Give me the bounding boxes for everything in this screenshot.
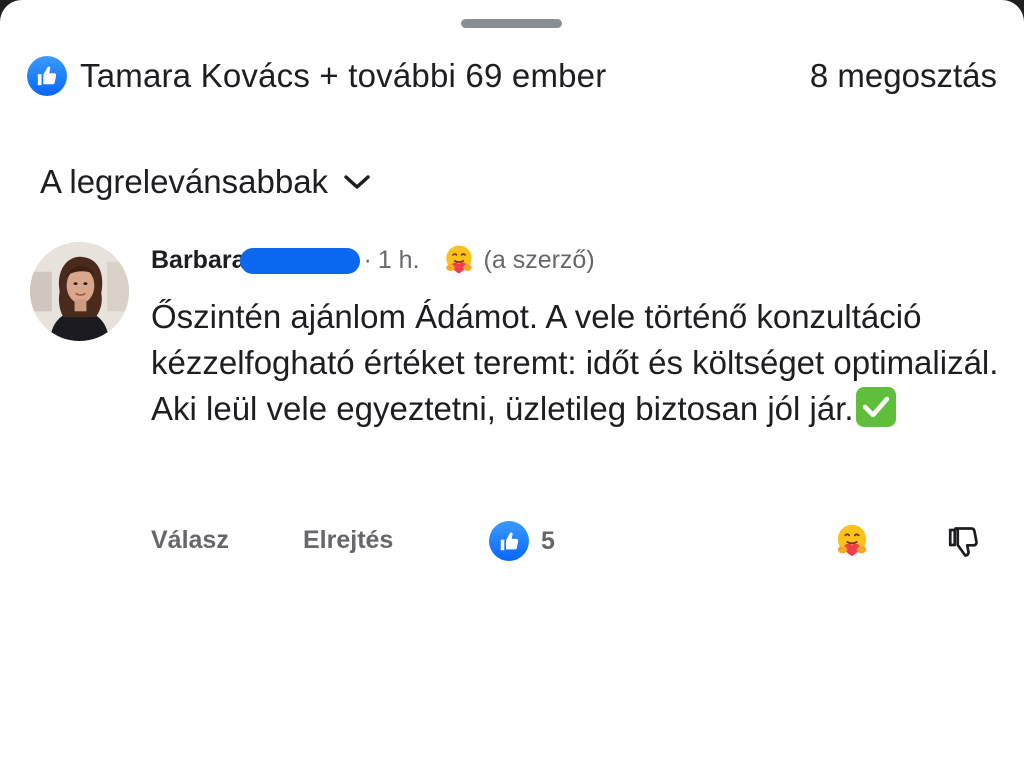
comment-likes[interactable]: 5 [489,521,555,561]
check-mark-button-emoji [855,387,896,427]
reply-button[interactable]: Válasz [151,518,229,562]
drag-handle[interactable] [461,19,562,28]
like-thumb-icon [489,521,529,561]
like-count: 5 [541,526,555,555]
comment-time[interactable]: 1 h. [378,246,420,275]
hugging-face-emoji [445,245,472,274]
comment-actions: Válasz Elrejtés 5 [151,518,991,566]
comment-author[interactable]: Barbara [151,246,246,275]
hide-button[interactable]: Elrejtés [303,518,393,562]
redacted-name [239,248,360,274]
comments-sheet: Tamara Kovács + további 69 ember 8 megos… [0,0,1024,761]
sort-label: A legrelevánsabbak [40,163,329,200]
author-tag: (a szerző) [483,245,595,274]
reactors-link[interactable]: Tamara Kovács + további 69 ember [27,56,606,96]
comment-header: Barbara · 1 h. (a szerző) [151,240,595,280]
reactors-text: Tamara Kovács + további 69 ember [80,57,607,94]
thumbs-down-icon[interactable] [945,524,981,560]
comment-text: Őszintén ajánlom Ádámot. A vele történő … [151,294,1001,432]
comment-sort-dropdown[interactable]: A legrelevánsabbak [40,158,372,206]
separator-dot: · [363,245,372,274]
care-reaction-icon[interactable] [833,522,871,560]
chevron-down-icon [344,175,370,189]
reactions-summary: Tamara Kovács + további 69 ember 8 megos… [27,54,997,98]
like-thumb-icon [27,56,67,96]
shares-count[interactable]: 8 megosztás [810,57,997,95]
avatar[interactable] [30,242,129,341]
